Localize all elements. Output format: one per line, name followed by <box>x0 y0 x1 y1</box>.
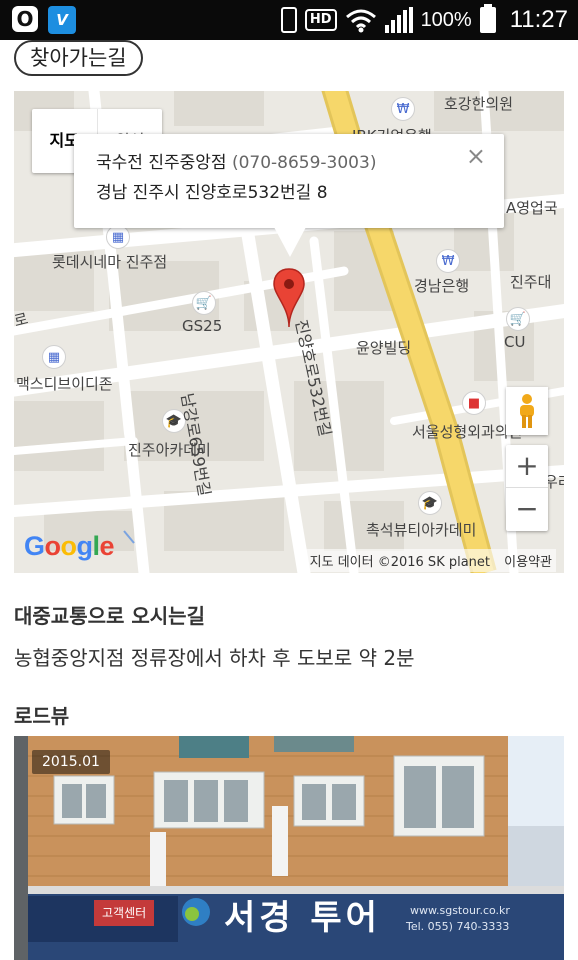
roadview-image[interactable]: 서경 투어 고객센터 www.sgstour.co.kr Tel. 055) 7… <box>14 736 564 960</box>
terms-link[interactable]: 이용약관 <box>504 555 552 570</box>
roadview-sign-text: 서경 투어 <box>224 898 381 938</box>
map-view[interactable]: ₩ ▦ ₩ 🛒 🛒 ▦ 🎓 ■ 🎓 호강한의원 IBK기업은행 A영업국 롯데시… <box>14 91 564 573</box>
bank-marker-icon[interactable]: ₩ <box>436 249 460 273</box>
map-label: 호강한의원 <box>444 95 514 113</box>
map-label: GS25 <box>182 317 223 335</box>
battery-icon <box>479 4 496 33</box>
clock: 11:27 <box>509 6 568 33</box>
google-logo[interactable]: Google <box>24 531 115 562</box>
street-view-pegman-icon[interactable] <box>506 387 548 435</box>
directions-section-title: 찾아가는길 <box>14 40 143 76</box>
hd-voice-icon: HD <box>304 9 337 31</box>
location-pin-icon[interactable] <box>272 267 306 329</box>
school-marker-icon[interactable]: 🎓 <box>418 491 442 515</box>
map-data-credit: 지도 데이터 ©2016 SK planet <box>309 555 491 570</box>
shopping-cart-icon[interactable]: 🛒 <box>506 307 530 331</box>
map-label: 촉석뷰티아카데미 <box>366 521 477 539</box>
roadview-date-badge: 2015.01 <box>32 750 110 774</box>
battery-percent: 100% <box>420 8 472 31</box>
roadview-sign-side: 고객센터 <box>102 906 147 920</box>
app-notification-icon: O <box>12 6 38 32</box>
zoom-out-button[interactable]: − <box>506 488 548 531</box>
roadview-sign-tel: Tel. 055) 740-3333 <box>406 920 510 933</box>
place-address: 경남 진주시 진양호로532번길 8 <box>96 183 328 203</box>
map-label: 맥스디브이디존 <box>16 375 113 393</box>
map-label: A영업국 <box>506 199 558 217</box>
close-icon[interactable]: × <box>466 142 486 170</box>
zoom-controls: + − <box>506 445 548 531</box>
vpn-app-icon: V <box>48 6 76 34</box>
place-info-window: 국수전 진주중앙점 (070-8659-3003) 경남 진주시 진양호로532… <box>74 134 504 257</box>
map-label: CU <box>504 333 526 351</box>
map-label: 진주아카데미 <box>128 441 211 459</box>
roadview-heading: 로드뷰 <box>14 704 70 728</box>
info-window-pointer <box>274 227 306 257</box>
transit-directions: 농협중앙지점 정류장에서 하차 후 도보로 약 2분 <box>14 646 415 670</box>
place-phone[interactable]: (070-8659-3003) <box>232 153 377 173</box>
bank-marker-icon[interactable]: ₩ <box>391 97 415 121</box>
hospital-marker-icon[interactable]: ■ <box>462 391 486 415</box>
status-bar: O V HD 100% 11:27 <box>0 0 578 40</box>
transit-heading: 대중교통으로 오시는길 <box>14 604 205 628</box>
place-name: 국수전 진주중앙점 <box>96 153 227 173</box>
cinema-marker-icon[interactable]: ▦ <box>106 225 130 249</box>
map-label: 롯데시네마 진주점 <box>52 253 168 271</box>
vibrate-icon <box>280 7 297 33</box>
zoom-in-button[interactable]: + <box>506 445 548 488</box>
signal-strength-icon <box>384 7 413 33</box>
shopping-cart-icon[interactable]: 🛒 <box>192 291 216 315</box>
cinema-marker-icon[interactable]: ▦ <box>42 345 66 369</box>
map-attribution: 지도 데이터 ©2016 SK planet 이용약관 <box>305 549 556 572</box>
wifi-icon <box>345 9 376 33</box>
map-label: 윤양빌딩 <box>356 339 412 357</box>
map-label: 진주대 <box>510 273 552 291</box>
roadview-sign-url: www.sgstour.co.kr <box>410 904 510 917</box>
map-label: 경남은행 <box>414 277 470 295</box>
